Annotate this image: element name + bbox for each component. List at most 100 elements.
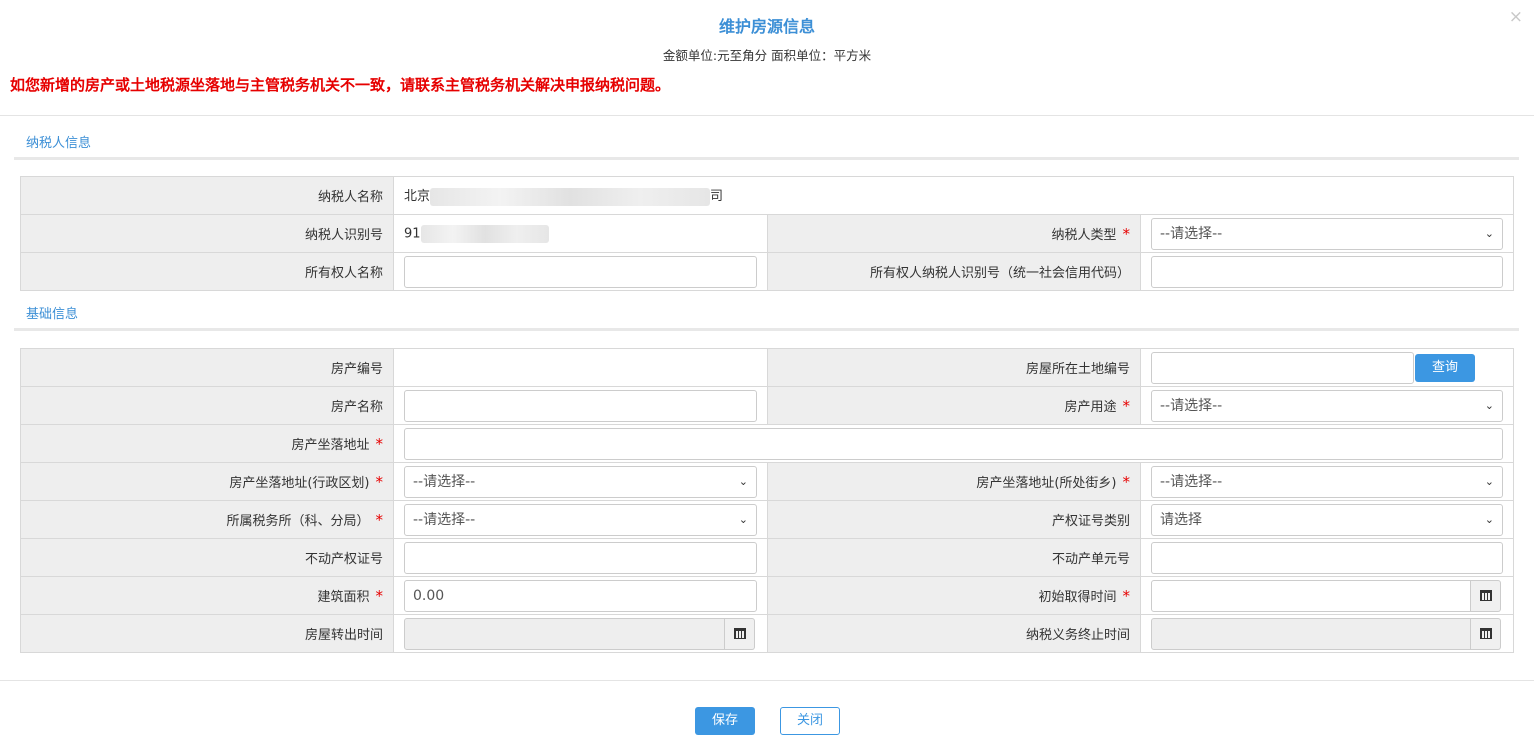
end-date-calendar-button[interactable]: [1471, 617, 1501, 650]
acquire-date-input[interactable]: [1151, 579, 1471, 612]
section-divider: [14, 157, 1519, 160]
tab-taxpayer-info-label: 纳税人信息: [14, 131, 104, 160]
land-no-label: 房屋所在土地编号: [767, 348, 1141, 387]
taxpayer-type-selected: --请选择--: [1160, 225, 1223, 242]
redacted-blur: [430, 187, 711, 206]
owner-id-cell: [1140, 252, 1514, 291]
street-select[interactable]: --请选择-- ⌄: [1151, 465, 1503, 498]
taxpayer-type-label-cell: 纳税人类型 *: [767, 214, 1141, 253]
street-selected: --请选择--: [1160, 473, 1223, 490]
taxpayer-type-label: 纳税人类型: [1051, 228, 1117, 243]
chevron-down-icon: ⌄: [1484, 474, 1494, 488]
required-marker: *: [1122, 397, 1131, 415]
acquire-date-cell: [1140, 576, 1514, 615]
chevron-down-icon: ⌄: [738, 512, 748, 526]
usage-select[interactable]: --请选择-- ⌄: [1151, 389, 1503, 422]
unit-note: 金额单位:元至角分 面积单位：平方米: [662, 48, 872, 63]
taxpayer-name-prefix: 北京: [404, 189, 431, 205]
tab-taxpayer-info[interactable]: 纳税人信息: [14, 131, 104, 160]
required-marker: *: [375, 435, 384, 453]
tax-office-cell: --请选择-- ⌄: [393, 500, 768, 539]
property-name-label: 房产名称: [20, 386, 394, 425]
district-cell: --请选择-- ⌄: [393, 462, 768, 501]
calendar-icon: [1479, 590, 1492, 601]
tax-office-select[interactable]: --请选择-- ⌄: [404, 503, 757, 536]
taxpayer-name-suffix: 司: [710, 189, 724, 205]
owner-name-label: 所有权人名称: [20, 252, 394, 291]
table-row: 纳税人识别号 91 纳税人类型 * --请选择-- ⌄: [20, 214, 1514, 253]
area-label: 建筑面积: [317, 590, 370, 605]
close-button[interactable]: 关闭: [780, 707, 840, 735]
calendar-icon: [1479, 628, 1492, 639]
land-no-input[interactable]: [1151, 351, 1414, 384]
area-cell: 0.00: [393, 576, 768, 615]
end-date-input[interactable]: [1151, 617, 1471, 650]
required-marker: *: [375, 587, 384, 605]
end-date-cell: [1140, 614, 1514, 653]
owner-name-input[interactable]: [404, 255, 757, 288]
required-marker: *: [1122, 225, 1131, 243]
transfer-date-input[interactable]: [404, 617, 725, 650]
taxpayer-type-select[interactable]: --请选择-- ⌄: [1151, 217, 1503, 250]
property-no-label: 房产编号: [20, 348, 394, 387]
table-row: 不动产权证号 不动产单元号: [20, 538, 1514, 577]
cert-type-cell: 请选择 ⌄: [1140, 500, 1514, 539]
chevron-down-icon: ⌄: [1484, 398, 1494, 412]
cert-type-select[interactable]: 请选择 ⌄: [1151, 503, 1503, 536]
unit-no-cell: [1140, 538, 1514, 577]
address-label-cell: 房产坐落地址 *: [20, 424, 394, 463]
cert-no-cell: [393, 538, 768, 577]
basic-info-table: 房产编号 房屋所在土地编号 查询 房产名称 房产用途 * --请选择-- ⌄ 房产坐…: [20, 348, 1514, 653]
usage-label: 房产用途: [1064, 400, 1117, 415]
chevron-down-icon: ⌄: [1484, 226, 1494, 240]
table-row: 所有权人名称 所有权人纳税人识别号（统一社会信用代码）: [20, 252, 1514, 291]
district-selected: --请选择--: [413, 473, 476, 490]
district-select[interactable]: --请选择-- ⌄: [404, 465, 757, 498]
taxpayer-type-cell: --请选择-- ⌄: [1140, 214, 1514, 253]
save-button[interactable]: 保存: [695, 707, 755, 735]
cert-no-input[interactable]: [404, 541, 757, 574]
warning-message: 如您新增的房产或土地税源坐落地与主管税务机关不一致，请联系主管税务机关解决申报纳…: [10, 76, 671, 94]
acquire-date-label: 初始取得时间: [1038, 590, 1117, 605]
chevron-down-icon: ⌄: [1484, 512, 1494, 526]
usage-selected: --请选择--: [1160, 397, 1223, 414]
unit-no-label: 不动产单元号: [767, 538, 1141, 577]
cert-type-selected: 请选择: [1160, 511, 1202, 528]
taxpayer-id-prefix: 91: [404, 226, 421, 241]
table-row: 房产编号 房屋所在土地编号 查询: [20, 348, 1514, 387]
taxpayer-name-value: 北京 司: [393, 176, 1514, 215]
property-name-input[interactable]: [404, 389, 757, 422]
acquire-date-calendar-button[interactable]: [1471, 579, 1501, 612]
transfer-date-label: 房屋转出时间: [20, 614, 394, 653]
redacted-blur: [420, 224, 549, 243]
owner-id-input[interactable]: [1151, 255, 1503, 288]
required-marker: *: [1122, 587, 1131, 605]
street-label-cell: 房产坐落地址(所处街乡) *: [767, 462, 1141, 501]
taxpayer-id-label: 纳税人识别号: [20, 214, 394, 253]
table-row: 所属税务所（科、分局） * --请选择-- ⌄ 产权证号类别 请选择 ⌄: [20, 500, 1514, 539]
table-row: 房产坐落地址 *: [20, 424, 1514, 463]
table-row: 房屋转出时间 纳税义务终止时间: [20, 614, 1514, 653]
unit-no-input[interactable]: [1151, 541, 1503, 574]
tax-office-label-cell: 所属税务所（科、分局） *: [20, 500, 394, 539]
required-marker: *: [375, 473, 384, 491]
table-row: 房产坐落地址(行政区划) * --请选择-- ⌄ 房产坐落地址(所处街乡) * --请…: [20, 462, 1514, 501]
street-label: 房产坐落地址(所处街乡): [976, 476, 1117, 491]
tab-basic-info[interactable]: 基础信息: [14, 302, 91, 331]
calendar-icon: [733, 628, 746, 639]
land-no-cell: 查询: [1140, 348, 1514, 387]
footer-divider: [0, 680, 1534, 681]
table-row: 房产名称 房产用途 * --请选择-- ⌄: [20, 386, 1514, 425]
owner-id-label: 所有权人纳税人识别号（统一社会信用代码）: [767, 252, 1141, 291]
area-input[interactable]: 0.00: [404, 579, 757, 612]
required-marker: *: [1122, 473, 1131, 491]
table-row: 纳税人名称 北京 司: [20, 176, 1514, 215]
section-divider: [14, 328, 1519, 331]
taxpayer-name-label: 纳税人名称: [20, 176, 394, 215]
transfer-date-calendar-button[interactable]: [725, 617, 755, 650]
address-input[interactable]: [404, 427, 1503, 460]
query-button[interactable]: 查询: [1415, 353, 1475, 382]
cert-no-label: 不动产权证号: [20, 538, 394, 577]
dialog-title: 维护房源信息: [718, 17, 815, 36]
address-label: 房产坐落地址: [291, 438, 370, 453]
